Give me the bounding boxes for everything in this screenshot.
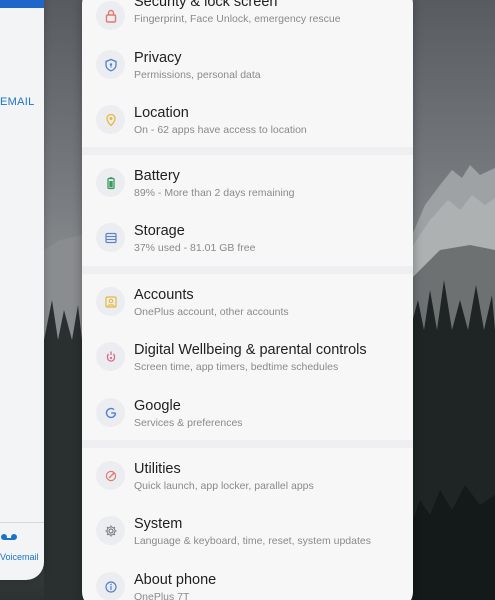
settings-sheet: Security & lock screen Fingerprint, Face… — [82, 0, 413, 600]
account-icon — [104, 295, 117, 308]
settings-item-subtitle: 37% used - 81.01 GB free — [134, 242, 256, 254]
email-link[interactable]: EMAIL — [0, 96, 35, 108]
settings-item-about-phone[interactable]: About phone OnePlus 7T — [82, 559, 413, 600]
icon-badge — [96, 516, 125, 545]
battery-icon — [106, 176, 115, 189]
settings-item-subtitle: Quick launch, app locker, parallel apps — [134, 480, 314, 492]
settings-item-subtitle: OnePlus account, other accounts — [134, 306, 289, 318]
settings-item-storage[interactable]: Storage 37% used - 81.01 GB free — [82, 210, 413, 266]
settings-item-title: Location — [134, 105, 189, 121]
section-divider — [82, 440, 413, 448]
icon-badge — [96, 168, 125, 197]
settings-item-title: Digital Wellbeing & parental controls — [134, 342, 367, 358]
settings-item-title: System — [134, 516, 183, 532]
settings-item-subtitle: 89% - More than 2 days remaining — [134, 187, 295, 199]
settings-item-title: Storage — [134, 223, 185, 239]
settings-item-digital-wellbeing[interactable]: Digital Wellbeing & parental controls Sc… — [82, 329, 413, 385]
settings-item-title: Privacy — [134, 50, 182, 66]
icon-badge — [96, 461, 125, 490]
settings-item-title: Utilities — [134, 461, 181, 477]
settings-item-subtitle: Screen time, app timers, bedtime schedul… — [134, 361, 339, 373]
icon-badge — [96, 105, 125, 134]
section-divider — [82, 147, 413, 155]
settings-item-location[interactable]: Location On - 62 apps have access to loc… — [82, 92, 413, 148]
settings-item-subtitle: Services & preferences — [134, 417, 243, 429]
info-icon — [104, 580, 117, 593]
app-top-bar — [0, 0, 44, 8]
settings-item-title: About phone — [134, 572, 217, 588]
icon-badge — [96, 223, 125, 252]
settings-item-subtitle: On - 62 apps have access to location — [134, 124, 307, 136]
screen: EMAIL Voicemail Security & lock screen F… — [0, 0, 495, 600]
settings-item-subtitle: OnePlus 7T — [134, 591, 190, 600]
storage-icon — [104, 232, 117, 243]
background-app-card[interactable]: EMAIL Voicemail — [0, 0, 44, 580]
icon-badge — [96, 50, 125, 79]
divider — [0, 522, 44, 523]
icon-badge — [96, 342, 125, 371]
settings-item-subtitle: Permissions, personal data — [134, 69, 261, 81]
icon-badge — [96, 398, 125, 427]
lock-icon — [105, 9, 116, 23]
settings-item-title: Google — [134, 398, 181, 414]
utilities-icon — [105, 470, 116, 481]
settings-item-subtitle: Language & keyboard, time, reset, system… — [134, 535, 371, 547]
settings-item-google[interactable]: Google Services & preferences — [82, 385, 413, 441]
settings-item-title: Security & lock screen — [134, 0, 278, 10]
google-icon — [105, 407, 116, 418]
location-pin-icon — [105, 113, 116, 126]
section-divider — [82, 266, 413, 274]
settings-item-title: Accounts — [134, 287, 194, 303]
settings-item-title: Battery — [134, 168, 180, 184]
settings-item-system[interactable]: System Language & keyboard, time, reset,… — [82, 503, 413, 559]
settings-item-utilities[interactable]: Utilities Quick launch, app locker, para… — [82, 448, 413, 504]
voicemail-icon[interactable] — [0, 533, 18, 541]
settings-item-battery[interactable]: Battery 89% - More than 2 days remaining — [82, 155, 413, 211]
settings-item-accounts[interactable]: Accounts OnePlus account, other accounts — [82, 274, 413, 330]
settings-item-subtitle: Fingerprint, Face Unlock, emergency resc… — [134, 13, 341, 25]
wellbeing-icon — [106, 351, 115, 362]
settings-item-privacy[interactable]: Privacy Permissions, personal data — [82, 37, 413, 93]
voicemail-label[interactable]: Voicemail — [0, 552, 39, 562]
icon-badge — [96, 1, 125, 30]
shield-icon — [104, 58, 117, 71]
icon-badge — [96, 572, 125, 600]
icon-badge — [96, 287, 125, 316]
gear-icon — [105, 525, 116, 536]
